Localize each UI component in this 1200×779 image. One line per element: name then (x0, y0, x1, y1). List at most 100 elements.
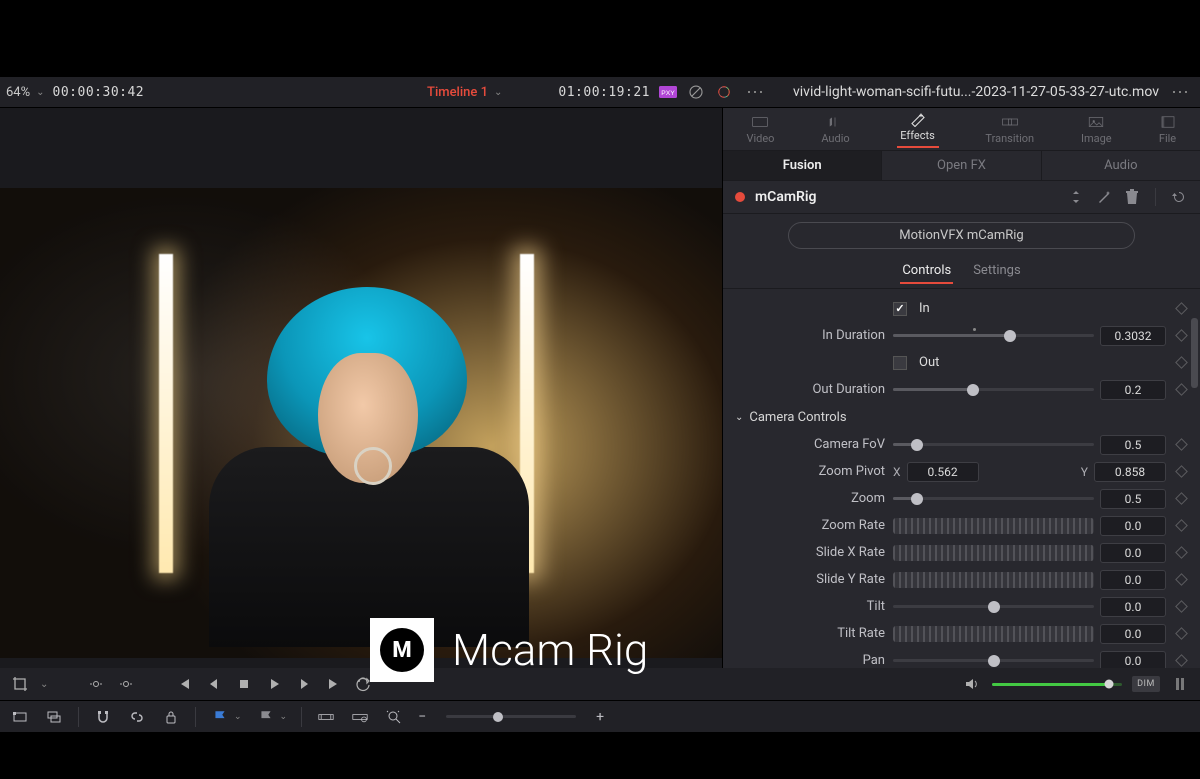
pan-slider[interactable] (893, 659, 1094, 662)
out-duration-slider[interactable] (893, 388, 1094, 391)
timeline-dropdown-icon[interactable]: ⌄ (494, 87, 502, 98)
loop-icon[interactable] (354, 674, 374, 694)
magic-wand-icon[interactable] (1095, 188, 1113, 206)
prev-marker-icon[interactable] (86, 674, 106, 694)
slide-y-rate-field[interactable]: 0.0 (1100, 570, 1166, 590)
crop-icon[interactable] (10, 674, 30, 694)
tab-video[interactable]: Video (746, 114, 774, 145)
viewer-options-icon[interactable]: ⋯ (746, 82, 765, 103)
link-icon[interactable] (127, 708, 147, 726)
keyframe-diamond-icon[interactable] (1174, 465, 1188, 479)
zoom-pivot-y-field[interactable]: 0.858 (1094, 462, 1166, 482)
out-duration-field[interactable]: 0.2 (1100, 380, 1166, 400)
keyframe-diamond-icon[interactable] (1174, 329, 1188, 343)
tab-effects[interactable]: Effects (897, 111, 939, 148)
dim-button[interactable]: DIM (1132, 676, 1160, 692)
tilt-field[interactable]: 0.0 (1100, 597, 1166, 617)
step-fwd-icon[interactable] (294, 674, 314, 694)
lock-icon[interactable] (161, 708, 181, 726)
crop-dropdown-icon[interactable]: ⌄ (40, 679, 48, 690)
zoom-to-fit-icon[interactable] (384, 708, 404, 726)
out-checkbox[interactable] (893, 356, 907, 370)
keyframe-diamond-icon[interactable] (1174, 573, 1188, 587)
zoom-rate-jog[interactable] (893, 518, 1094, 534)
color-wheel-icon[interactable] (714, 82, 734, 102)
zoom-out-button[interactable]: − (418, 709, 426, 725)
speaker-icon[interactable] (962, 674, 982, 694)
play-icon[interactable] (264, 674, 284, 694)
subtab-audio[interactable]: Audio (1041, 151, 1200, 180)
stack-tool-icon[interactable] (44, 708, 64, 726)
tab-transition[interactable]: Transition (985, 114, 1034, 145)
keyframe-diamond-icon[interactable] (1174, 519, 1188, 533)
bypass-fx-icon[interactable] (686, 82, 706, 102)
zoom-in-button[interactable]: + (596, 709, 604, 725)
camera-fov-slider[interactable] (893, 443, 1094, 446)
subtab-openfx[interactable]: Open FX (881, 151, 1040, 180)
pan-field[interactable]: 0.0 (1100, 651, 1166, 668)
innertab-controls[interactable]: Controls (900, 259, 953, 284)
timeline-zoom-slider[interactable] (446, 715, 576, 718)
go-end-icon[interactable] (324, 674, 344, 694)
inspector-scrollbar[interactable] (1191, 318, 1198, 608)
source-timecode[interactable]: 00:00:30:42 (53, 85, 145, 100)
keyframe-diamond-icon[interactable] (1174, 356, 1188, 370)
slide-x-rate-field[interactable]: 0.0 (1100, 543, 1166, 563)
keyframe-diamond-icon[interactable] (1174, 492, 1188, 506)
clip-filename: vivid-light-woman-scifi-futu...-2023-11-… (793, 84, 1159, 100)
record-timecode[interactable]: 01:00:19:21 (558, 85, 650, 100)
subtab-fusion[interactable]: Fusion (723, 151, 881, 180)
meters-icon[interactable] (1170, 674, 1190, 694)
timeline-name[interactable]: Timeline 1 (427, 85, 488, 100)
tab-audio[interactable]: Audio (821, 114, 849, 145)
in-duration-slider[interactable] (893, 334, 1094, 337)
zoom-slider[interactable] (893, 497, 1094, 500)
camera-fov-field[interactable]: 0.5 (1100, 435, 1166, 455)
keyframe-diamond-icon[interactable] (1174, 383, 1188, 397)
stop-icon[interactable] (234, 674, 254, 694)
keyframe-diamond-icon[interactable] (1174, 627, 1188, 641)
reset-icon[interactable] (1170, 188, 1188, 206)
range-detail-icon[interactable] (350, 708, 370, 726)
flag-dropdown-icon[interactable]: ⌄ (234, 712, 242, 722)
tilt-rate-jog[interactable] (893, 626, 1094, 642)
flag-gray-icon[interactable] (256, 708, 276, 726)
zoom-percent[interactable]: 64% (6, 85, 30, 100)
effect-enable-dot[interactable] (735, 192, 745, 202)
tab-file[interactable]: File (1159, 114, 1177, 145)
inspector-options-icon[interactable]: ⋯ (1171, 82, 1190, 103)
proxy-badge-icon[interactable]: PXY (658, 82, 678, 102)
tilt-rate-field[interactable]: 0.0 (1100, 624, 1166, 644)
viewer-frame[interactable] (0, 188, 722, 658)
effect-title-pill[interactable]: MotionVFX mCamRig (788, 222, 1134, 249)
keyframe-diamond-icon[interactable] (1174, 302, 1188, 316)
keyframe-diamond-icon[interactable] (1174, 438, 1188, 452)
program-viewer[interactable] (0, 108, 722, 668)
zoom-pivot-x-field[interactable]: 0.562 (907, 462, 979, 482)
next-marker-icon[interactable] (116, 674, 136, 694)
in-checkbox[interactable] (893, 302, 907, 316)
keyframe-diamond-icon[interactable] (1174, 654, 1188, 668)
snap-magnet-icon[interactable] (93, 708, 113, 726)
section-camera-controls[interactable]: ⌄Camera Controls (735, 403, 1188, 431)
slide-y-rate-jog[interactable] (893, 572, 1094, 588)
keyframe-diamond-icon[interactable] (1174, 600, 1188, 614)
trash-icon[interactable] (1123, 188, 1141, 206)
tab-image[interactable]: Image (1081, 114, 1112, 145)
selection-tool-icon[interactable] (10, 708, 30, 726)
in-duration-field[interactable]: 0.3032 (1100, 326, 1166, 346)
tilt-slider[interactable] (893, 605, 1094, 608)
step-back-icon[interactable] (204, 674, 224, 694)
zoom-dropdown-icon[interactable]: ⌄ (36, 87, 44, 98)
collapse-updown-icon[interactable] (1067, 188, 1085, 206)
zoom-field[interactable]: 0.5 (1100, 489, 1166, 509)
flag2-dropdown-icon[interactable]: ⌄ (280, 712, 288, 722)
zoom-rate-field[interactable]: 0.0 (1100, 516, 1166, 536)
slide-x-rate-jog[interactable] (893, 545, 1094, 561)
range-full-icon[interactable] (316, 708, 336, 726)
innertab-settings[interactable]: Settings (971, 259, 1022, 284)
flag-blue-icon[interactable] (210, 708, 230, 726)
volume-slider[interactable] (992, 683, 1122, 686)
keyframe-diamond-icon[interactable] (1174, 546, 1188, 560)
go-start-icon[interactable] (174, 674, 194, 694)
